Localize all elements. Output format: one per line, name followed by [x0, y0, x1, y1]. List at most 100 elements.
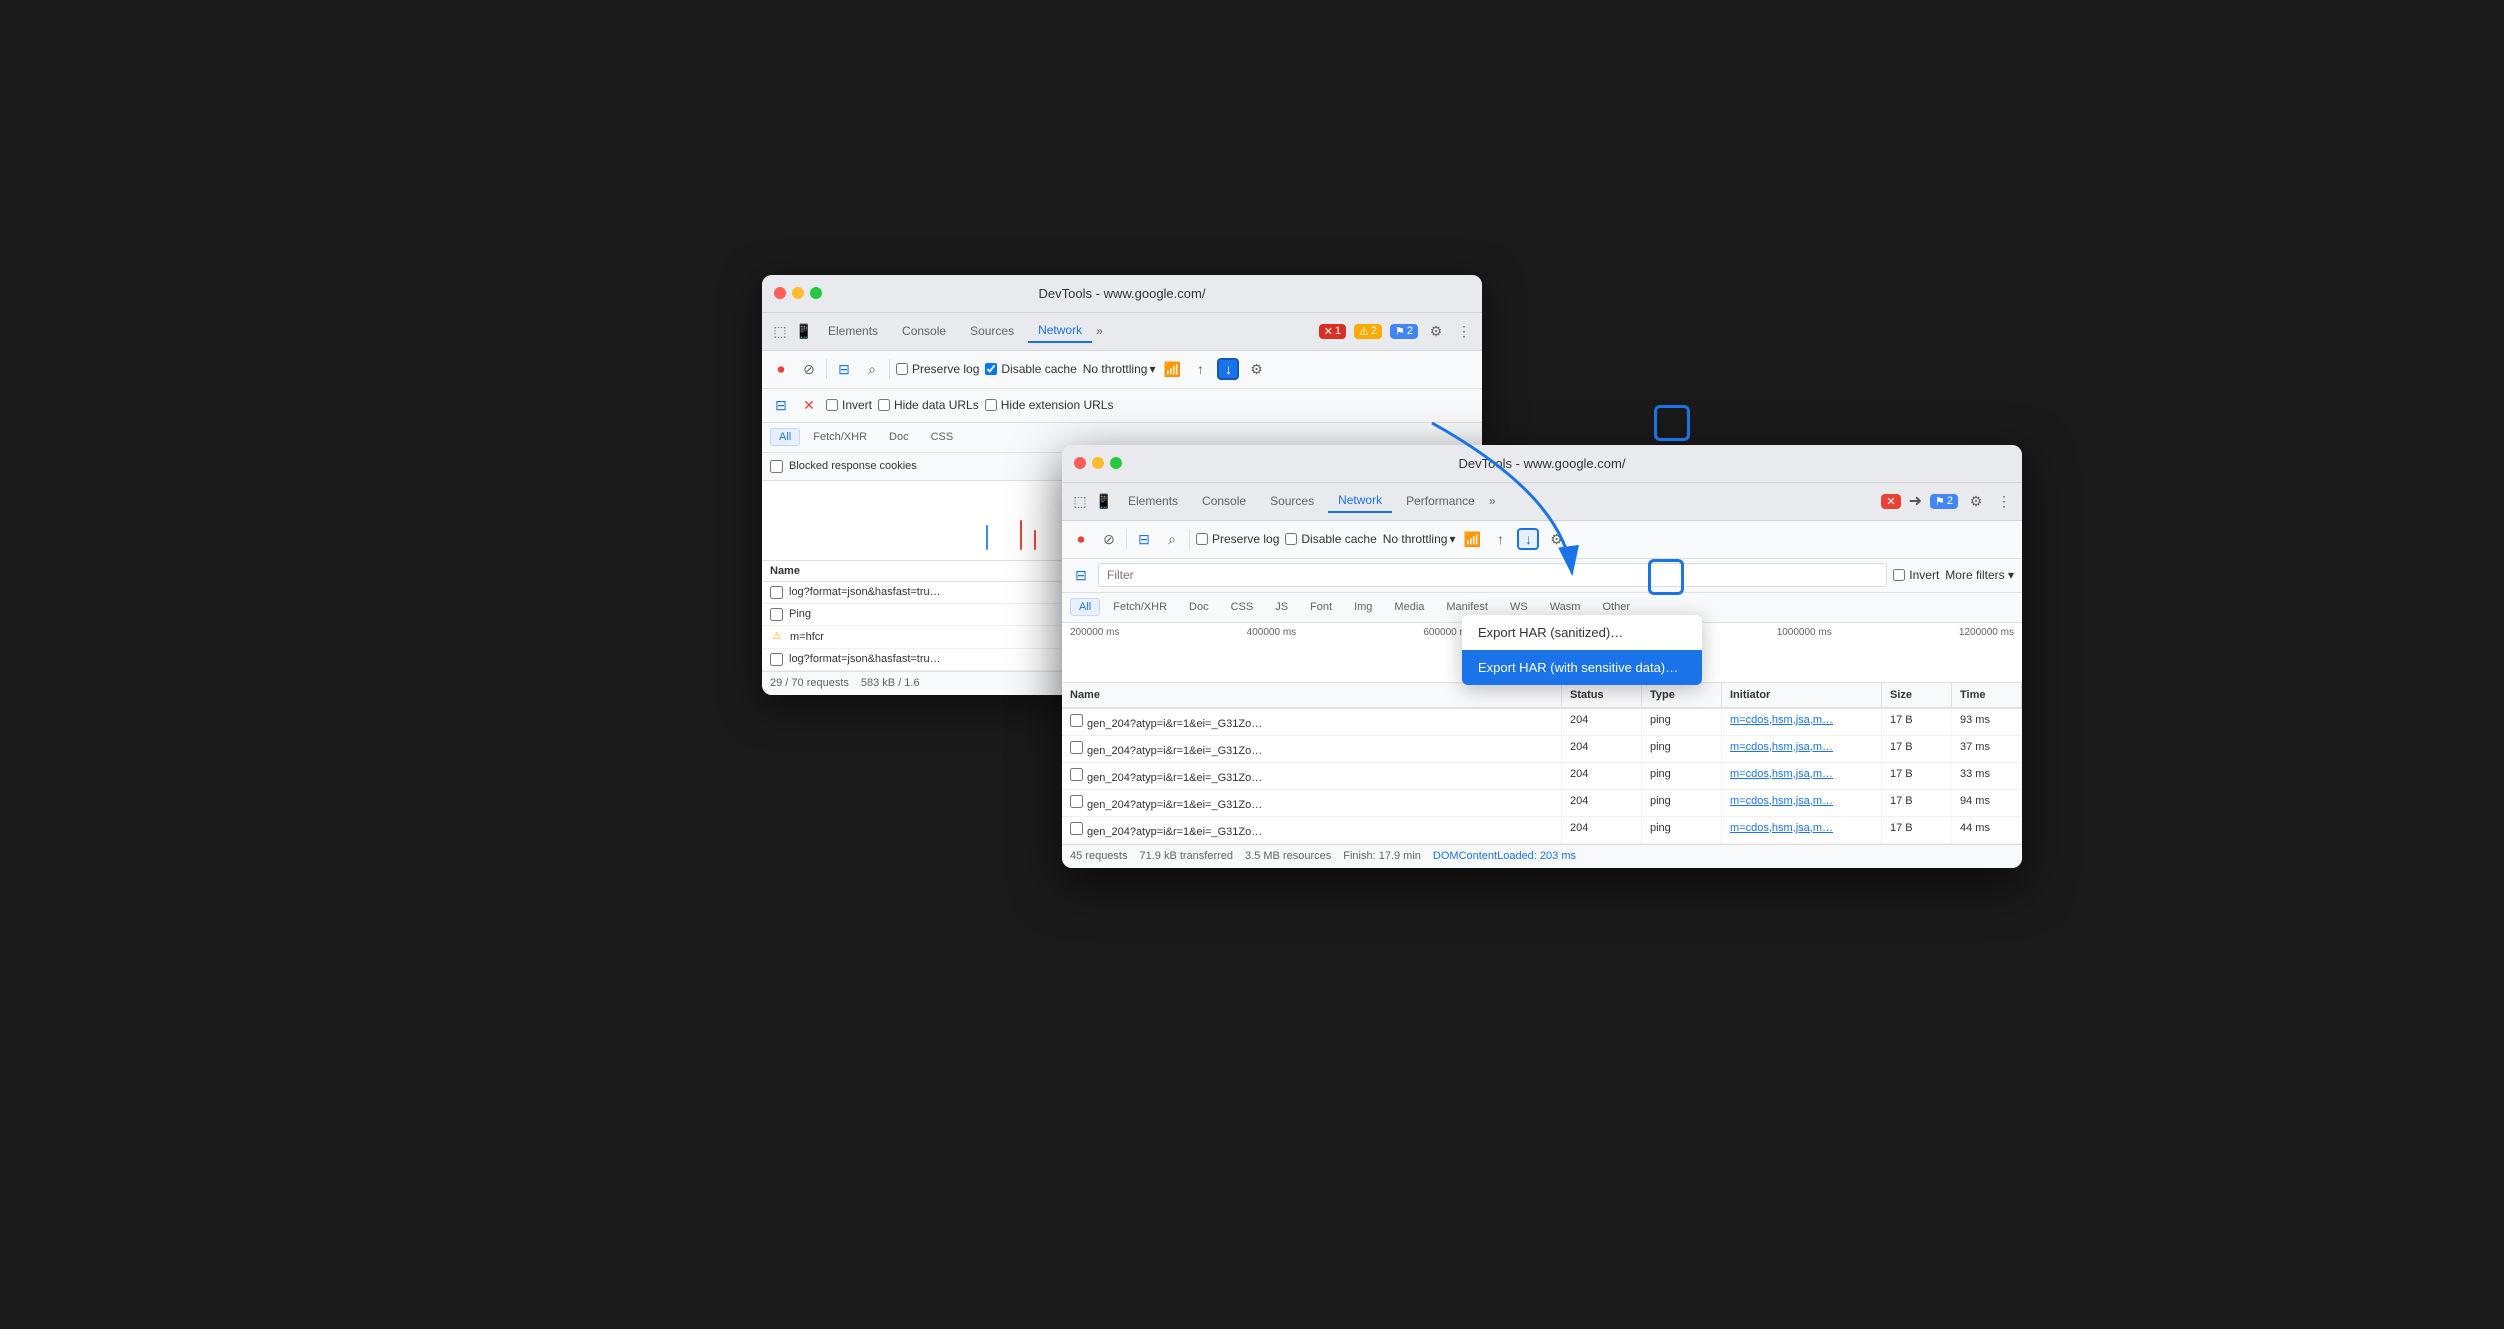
invert-label-front[interactable]: Invert — [1893, 568, 1939, 582]
settings-icon-front[interactable]: ⚙ — [1966, 491, 1986, 511]
upload-icon-front[interactable]: ↑ — [1489, 528, 1511, 550]
disable-cache-checkbox-front[interactable] — [1285, 533, 1297, 545]
upload-icon-back[interactable]: ↑ — [1189, 358, 1211, 380]
download-button-front[interactable]: ↓ — [1517, 528, 1539, 550]
clear-button-back[interactable]: ⊘ — [798, 358, 820, 380]
table-row[interactable]: gen_204?atyp=i&r=1&ei=_G31Zo… 204 ping m… — [1062, 709, 2022, 736]
settings-icon-back[interactable]: ⚙ — [1426, 321, 1446, 341]
hide-data-urls-checkbox-back[interactable] — [878, 399, 890, 411]
maximize-button-front[interactable] — [1110, 457, 1122, 469]
more-filters-button[interactable]: More filters ▾ — [1945, 568, 2014, 582]
disable-cache-label-front[interactable]: Disable cache — [1285, 532, 1376, 546]
filter-all-front[interactable]: All — [1070, 598, 1100, 616]
disable-cache-checkbox-back[interactable] — [985, 363, 997, 375]
minimize-button-front[interactable] — [1092, 457, 1104, 469]
record-button-front[interactable]: ⏺ — [1070, 528, 1092, 550]
wifi-icon-back[interactable]: 📶 — [1161, 358, 1183, 380]
invert-label-back[interactable]: Invert — [826, 398, 872, 412]
row-checkbox-4[interactable] — [1070, 795, 1083, 808]
item-2-checkbox[interactable] — [770, 608, 783, 621]
clear-filter-back[interactable]: ✕ — [798, 394, 820, 416]
more-icon-back[interactable]: ⋮ — [1454, 321, 1474, 341]
cell-initiator-4[interactable]: m=cdos,hsm,jsa,m… — [1722, 790, 1882, 816]
hide-extension-urls-label-back[interactable]: Hide extension URLs — [985, 398, 1114, 412]
filter-xhr-front[interactable]: Fetch/XHR — [1104, 598, 1176, 616]
disable-cache-label-back[interactable]: Disable cache — [985, 362, 1076, 376]
hide-extension-urls-checkbox-back[interactable] — [985, 399, 997, 411]
filter-icon-back[interactable]: ⊟ — [770, 394, 792, 416]
item-4-checkbox[interactable] — [770, 653, 783, 666]
tab-elements-back[interactable]: Elements — [818, 320, 888, 342]
row-checkbox-2[interactable] — [1070, 741, 1083, 754]
filter-all-back[interactable]: All — [770, 428, 800, 446]
more-icon-front[interactable]: ⋮ — [1994, 491, 2014, 511]
filter-js-front[interactable]: JS — [1266, 598, 1297, 616]
throttle-select-back[interactable]: No throttling ▾ — [1083, 362, 1156, 376]
filter-wasm-front[interactable]: Wasm — [1541, 598, 1590, 616]
filter-xhr-back[interactable]: Fetch/XHR — [804, 428, 876, 446]
filter-media-front[interactable]: Media — [1385, 598, 1433, 616]
filter-img-front[interactable]: Img — [1345, 598, 1381, 616]
item-1-checkbox[interactable] — [770, 586, 783, 599]
network-settings-front[interactable]: ⚙ — [1545, 528, 1567, 550]
search-button-back[interactable]: ⌕ — [861, 358, 883, 380]
throttle-select-front[interactable]: No throttling ▾ — [1383, 532, 1456, 546]
filter-font-front[interactable]: Font — [1301, 598, 1341, 616]
filter-button-back[interactable]: ⊟ — [833, 358, 855, 380]
preserve-log-checkbox-back[interactable] — [896, 363, 908, 375]
filter-manifest-front[interactable]: Manifest — [1437, 598, 1497, 616]
tab-network-back[interactable]: Network — [1028, 319, 1092, 343]
filter-icon-front[interactable]: ⊟ — [1070, 564, 1092, 586]
tabs-more-front[interactable]: » — [1489, 494, 1496, 508]
export-sensitive-item[interactable]: Export HAR (with sensitive data)… — [1462, 650, 1702, 685]
row-checkbox-1[interactable] — [1070, 714, 1083, 727]
maximize-button[interactable] — [810, 287, 822, 299]
row-checkbox-5[interactable] — [1070, 822, 1083, 835]
hide-data-urls-label-back[interactable]: Hide data URLs — [878, 398, 979, 412]
cell-initiator-1[interactable]: m=cdos,hsm,jsa,m… — [1722, 709, 1882, 735]
table-row[interactable]: gen_204?atyp=i&r=1&ei=_G31Zo… 204 ping m… — [1062, 763, 2022, 790]
minimize-button[interactable] — [792, 287, 804, 299]
preserve-log-label-back[interactable]: Preserve log — [896, 362, 979, 376]
blocked-checkbox-back[interactable] — [770, 460, 783, 473]
cell-initiator-2[interactable]: m=cdos,hsm,jsa,m… — [1722, 736, 1882, 762]
tab-performance-front[interactable]: Performance — [1396, 490, 1485, 512]
tabs-more-back[interactable]: » — [1096, 324, 1103, 338]
filter-css-back[interactable]: CSS — [922, 428, 963, 446]
filter-ws-front[interactable]: WS — [1501, 598, 1537, 616]
wifi-icon-front[interactable]: 📶 — [1461, 528, 1483, 550]
device-icon-front[interactable]: 📱 — [1094, 491, 1114, 511]
filter-css-front[interactable]: CSS — [1222, 598, 1263, 616]
tab-console-back[interactable]: Console — [892, 320, 956, 342]
tab-elements-front[interactable]: Elements — [1118, 490, 1188, 512]
filter-doc-front[interactable]: Doc — [1180, 598, 1218, 616]
invert-checkbox-front[interactable] — [1893, 569, 1905, 581]
inspect-icon[interactable]: ⬚ — [770, 321, 790, 341]
table-row[interactable]: gen_204?atyp=i&r=1&ei=_G31Zo… 204 ping m… — [1062, 817, 2022, 844]
download-button-back[interactable]: ↓ — [1217, 358, 1239, 380]
preserve-log-label-front[interactable]: Preserve log — [1196, 532, 1279, 546]
clear-button-front[interactable]: ⊘ — [1098, 528, 1120, 550]
invert-checkbox-back[interactable] — [826, 399, 838, 411]
row-checkbox-3[interactable] — [1070, 768, 1083, 781]
search-button-front[interactable]: ⌕ — [1161, 528, 1183, 550]
table-row[interactable]: gen_204?atyp=i&r=1&ei=_G31Zo… 204 ping m… — [1062, 736, 2022, 763]
tab-sources-back[interactable]: Sources — [960, 320, 1024, 342]
preserve-log-checkbox-front[interactable] — [1196, 533, 1208, 545]
inspect-icon-front[interactable]: ⬚ — [1070, 491, 1090, 511]
filter-button-front[interactable]: ⊟ — [1133, 528, 1155, 550]
close-button-front[interactable] — [1074, 457, 1086, 469]
filter-other-front[interactable]: Other — [1593, 598, 1639, 616]
cell-initiator-3[interactable]: m=cdos,hsm,jsa,m… — [1722, 763, 1882, 789]
close-button[interactable] — [774, 287, 786, 299]
filter-doc-back[interactable]: Doc — [880, 428, 918, 446]
table-row[interactable]: gen_204?atyp=i&r=1&ei=_G31Zo… 204 ping m… — [1062, 790, 2022, 817]
cell-initiator-5[interactable]: m=cdos,hsm,jsa,m… — [1722, 817, 1882, 843]
tab-sources-front[interactable]: Sources — [1260, 490, 1324, 512]
export-sanitized-item[interactable]: Export HAR (sanitized)… — [1462, 615, 1702, 650]
device-icon[interactable]: 📱 — [794, 321, 814, 341]
filter-input-front[interactable] — [1098, 563, 1887, 587]
record-button-back[interactable]: ⏺ — [770, 358, 792, 380]
tab-console-front[interactable]: Console — [1192, 490, 1256, 512]
tab-network-front[interactable]: Network — [1328, 489, 1392, 513]
